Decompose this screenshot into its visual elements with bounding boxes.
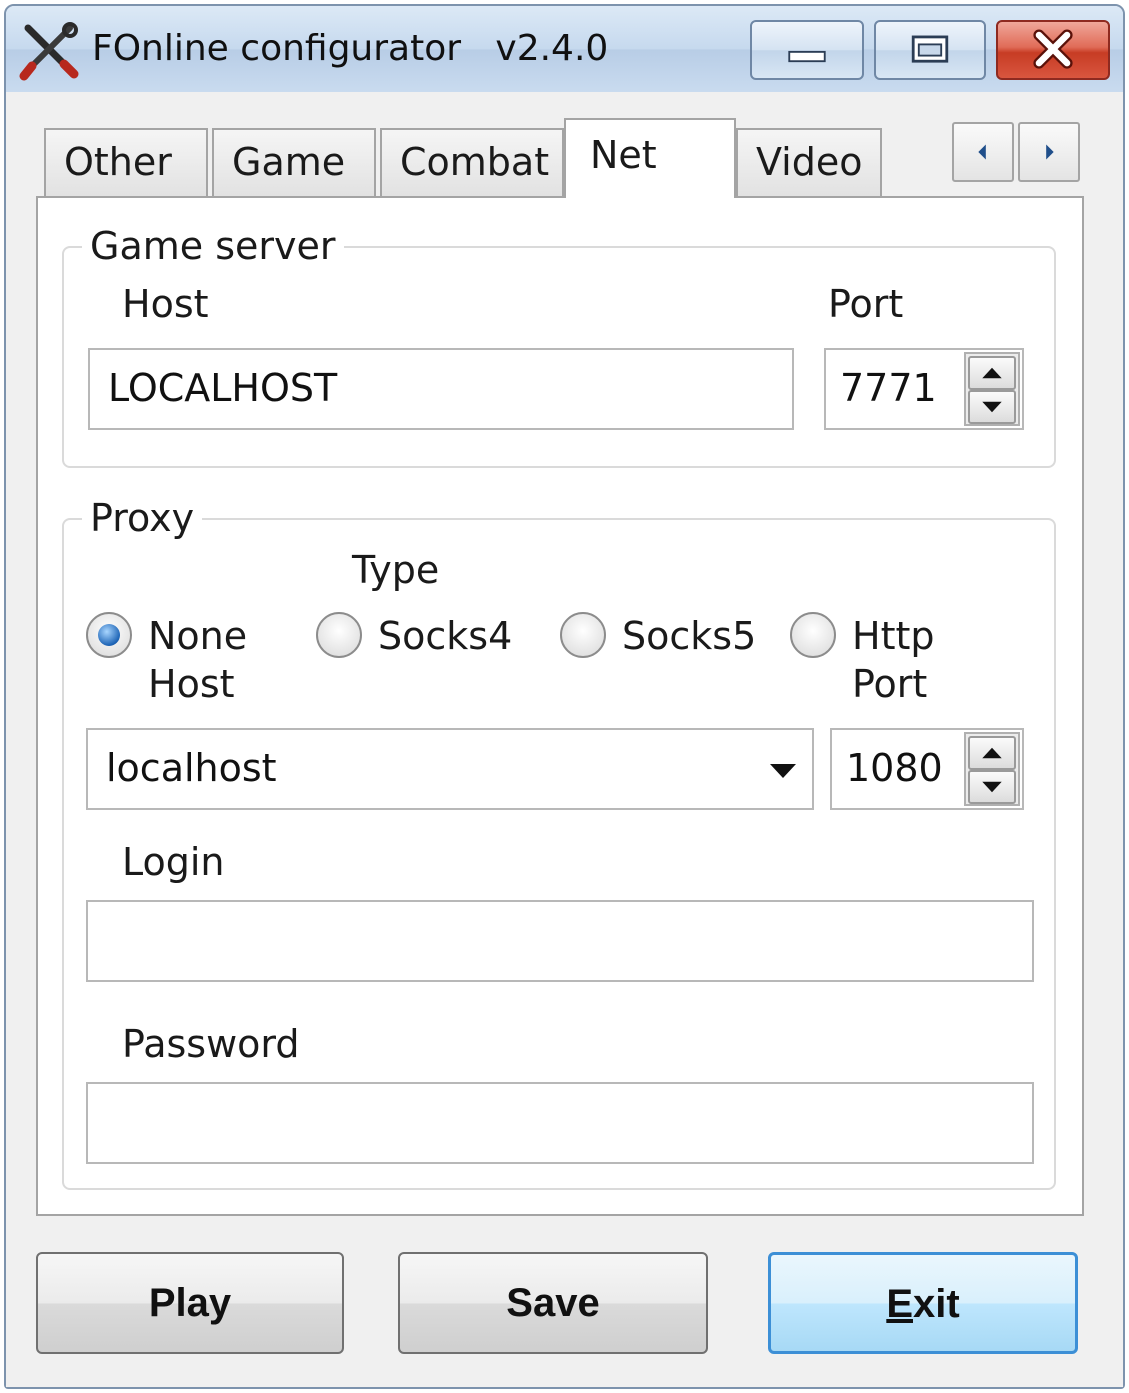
proxy-legend: Proxy [82, 496, 203, 540]
tab-scroll-right-button[interactable] [1018, 122, 1080, 182]
server-host-label: Host [122, 282, 209, 326]
server-port-spinner [964, 352, 1020, 426]
server-port-up-button[interactable] [968, 356, 1016, 390]
proxy-type-socks4-radio[interactable] [316, 612, 362, 658]
tab-game[interactable]: Game [212, 128, 376, 196]
proxy-login-input[interactable] [86, 900, 1034, 982]
proxy-type-label: Type [352, 548, 440, 592]
proxy-login-label: Login [122, 840, 225, 884]
server-port-value: 7771 [840, 366, 937, 410]
proxy-type-http-label[interactable]: Http [852, 614, 935, 658]
tab-scroll-left-button[interactable] [952, 122, 1014, 182]
maximize-icon [911, 35, 949, 63]
tab-net[interactable]: Net [564, 118, 736, 198]
proxy-type-http-radio[interactable] [790, 612, 836, 658]
client-area: Other Game Combat Net Video Game server … [6, 92, 1123, 1387]
exit-button[interactable]: Exit [768, 1252, 1078, 1354]
server-port-down-button[interactable] [968, 390, 1016, 424]
proxy-port-up-button[interactable] [968, 736, 1016, 770]
proxy-host-combobox[interactable]: localhost [86, 728, 814, 810]
radio-selected-dot [98, 624, 120, 646]
proxy-password-input[interactable] [86, 1082, 1034, 1164]
server-host-input[interactable]: LOCALHOST [88, 348, 794, 430]
proxy-host-value: localhost [106, 746, 277, 790]
arrow-down-icon [982, 781, 1002, 793]
save-button[interactable]: Save [398, 1252, 708, 1354]
chevron-down-icon[interactable] [768, 760, 798, 780]
title-bar[interactable]: FOnline configurator v2.4.0 [6, 6, 1123, 92]
tab-other[interactable]: Other [44, 128, 208, 196]
proxy-type-none-radio[interactable] [86, 612, 132, 658]
proxy-port-label: Port [852, 662, 928, 706]
configurator-window: FOnline configurator v2.4.0 Other Game C… [4, 4, 1125, 1389]
arrow-up-icon [982, 367, 1002, 379]
close-icon [1033, 29, 1073, 69]
crossed-tools-icon [19, 22, 79, 81]
server-port-input[interactable]: 7771 [824, 348, 1024, 430]
chevron-right-icon [1046, 144, 1054, 160]
proxy-type-none-label[interactable]: None [148, 614, 247, 658]
proxy-type-socks4-label[interactable]: Socks4 [378, 614, 512, 658]
close-button[interactable] [996, 20, 1110, 80]
proxy-port-down-button[interactable] [968, 770, 1016, 804]
exit-label-rest: xit [913, 1282, 960, 1326]
net-tab-page: Game server Host Port LOCALHOST 7771 Pro… [36, 196, 1084, 1216]
tab-combat[interactable]: Combat [380, 128, 564, 196]
proxy-type-socks5-radio[interactable] [560, 612, 606, 658]
proxy-type-socks5-label[interactable]: Socks5 [622, 614, 756, 658]
proxy-host-label: Host [148, 662, 235, 706]
play-button[interactable]: Play [36, 1252, 344, 1354]
minimize-button[interactable] [750, 20, 864, 80]
proxy-port-value: 1080 [846, 746, 943, 790]
proxy-port-spinner [964, 732, 1020, 806]
exit-mnemonic: E [886, 1282, 913, 1326]
chevron-left-icon [978, 144, 986, 160]
window-title: FOnline configurator v2.4.0 [92, 28, 609, 69]
proxy-port-input[interactable]: 1080 [830, 728, 1024, 810]
server-port-label: Port [828, 282, 904, 326]
arrow-down-icon [982, 401, 1002, 413]
tab-video[interactable]: Video [736, 128, 882, 196]
arrow-up-icon [982, 747, 1002, 759]
minimize-icon [788, 50, 826, 63]
proxy-password-label: Password [122, 1022, 300, 1066]
maximize-button[interactable] [874, 20, 986, 80]
game-server-legend: Game server [82, 224, 344, 268]
